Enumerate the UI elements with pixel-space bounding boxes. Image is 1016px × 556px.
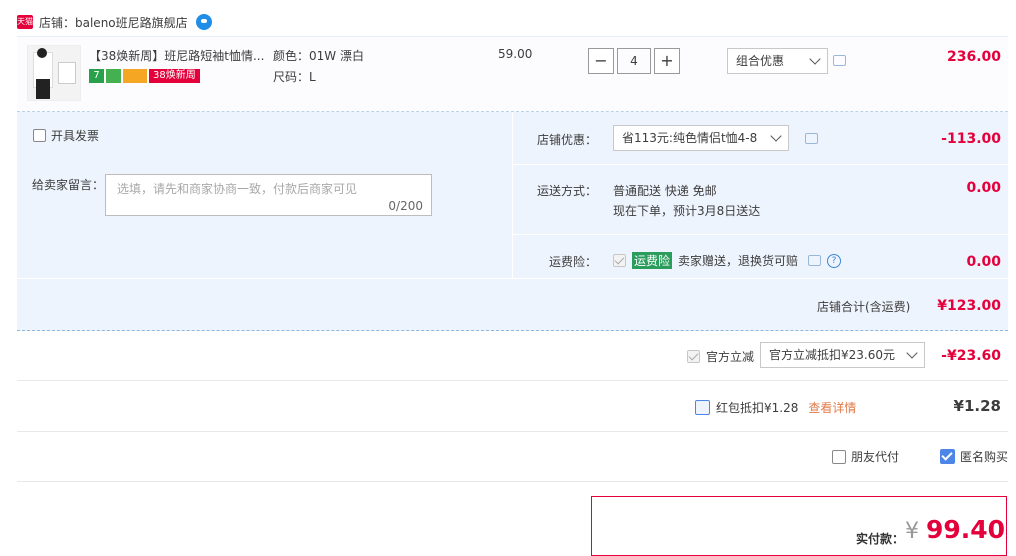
wangwang-chat-icon[interactable] — [195, 14, 212, 30]
friend-pay-option[interactable]: 朋友代付 — [832, 448, 899, 465]
store-discount-label: 店铺优惠： — [537, 133, 598, 147]
divider — [17, 380, 1008, 381]
store-discount-select[interactable]: 省113元:纯色情侣t恤4-8 — [613, 125, 789, 151]
anonymous-label: 匿名购买 — [960, 450, 1009, 464]
payment-summary: 实付款： ¥ 99.40 — [591, 496, 1007, 556]
message-icon[interactable] — [833, 55, 846, 66]
store-total-amount: ¥123.00 — [937, 298, 1001, 314]
unit-price: 59.00 — [498, 47, 533, 61]
help-icon[interactable]: ? — [827, 253, 842, 268]
qty-plus-button[interactable]: + — [654, 48, 680, 74]
store-discount-value: 省113元:纯色情侣t恤4-8 — [622, 131, 758, 145]
seven-day-return-icon: 7 — [89, 69, 104, 83]
row-divider — [513, 234, 1008, 235]
quality-icon — [106, 69, 121, 83]
official-discount-label: 官方立减 — [706, 350, 755, 364]
chevron-down-icon — [770, 130, 782, 142]
message-counter: 0/200 — [388, 199, 423, 213]
seller-message-input[interactable]: 选填，请先和商家协商一致，付款后商家可见 0/200 — [105, 174, 432, 216]
quantity-stepper: − 4 + — [588, 48, 680, 74]
combo-select-label: 组合优惠 — [736, 54, 785, 68]
anonymous-option[interactable]: 匿名购买 — [940, 448, 1008, 465]
qty-minus-button[interactable]: − — [588, 48, 614, 74]
official-discount-value: 官方立减抵扣¥23.60元 — [769, 348, 895, 362]
friend-pay-checkbox[interactable] — [832, 449, 846, 464]
card-pay-icon — [123, 69, 147, 83]
insurance-option: 运费险 卖家赠送，退换货可赔 ? — [613, 252, 842, 269]
promo-badge: 38焕新周 — [149, 69, 200, 83]
row-divider — [17, 278, 1008, 279]
pay-label: 实付款： — [856, 532, 905, 546]
redpacket-option[interactable]: 红包抵扣¥1.28 查看详情 — [695, 399, 856, 416]
insurance-badge: 运费险 — [632, 252, 673, 269]
sku-size: 尺码：L — [273, 70, 316, 84]
chevron-down-icon — [809, 53, 821, 65]
shipping-label: 运送方式： — [537, 184, 598, 198]
official-discount-amount: -¥23.60 — [941, 348, 1001, 364]
shipping-eta: 现在下单，预计3月8日送达 — [613, 204, 761, 218]
message-icon[interactable] — [808, 255, 822, 266]
insurance-text: 卖家赠送，退换货可赔 — [678, 254, 799, 268]
pay-amount: 99.40 — [926, 515, 1006, 544]
friend-pay-label: 朋友代付 — [851, 450, 900, 464]
shipping-amount: 0.00 — [966, 180, 1001, 196]
message-placeholder: 选填，请先和商家协商一致，付款后商家可见 — [117, 182, 358, 196]
column-divider — [512, 112, 513, 278]
redpacket-detail-link[interactable]: 查看详情 — [808, 399, 856, 416]
redpacket-checkbox[interactable] — [695, 400, 710, 415]
invoice-label: 开具发票 — [51, 129, 100, 143]
redpacket-amount: ¥1.28 — [953, 397, 1001, 415]
sku-color: 颜色：01W 漂白 — [273, 49, 364, 63]
combo-discount-select[interactable]: 组合优惠 — [727, 48, 828, 74]
message-icon[interactable] — [805, 133, 818, 144]
store-discount-amount: -113.00 — [941, 131, 1001, 147]
product-badges: 7 38焕新周 — [89, 69, 200, 83]
shipping-method: 普通配送 快递 免邮 — [613, 184, 717, 198]
divider — [17, 431, 1008, 432]
official-discount-checkbox — [687, 350, 700, 363]
order-item-row: 【38焕新周】班尼路短袖t恤情... 7 38焕新周 颜色：01W 漂白 尺码：… — [17, 36, 1008, 112]
qty-input[interactable]: 4 — [617, 48, 651, 74]
insurance-label: 运费险： — [549, 255, 598, 269]
official-discount-option: 官方立减 — [687, 348, 754, 365]
redpacket-label: 红包抵扣¥1.28 — [716, 401, 799, 415]
store-name-link[interactable]: 店铺：baleno班尼路旗舰店 — [39, 14, 188, 31]
anonymous-checkbox[interactable] — [940, 449, 955, 464]
insurance-checkbox — [613, 254, 626, 267]
message-label: 给卖家留言： — [32, 178, 105, 192]
tmall-logo-icon: 天猫 — [17, 15, 33, 29]
product-title-link[interactable]: 【38焕新周】班尼路短袖t恤情... — [89, 47, 269, 64]
divider — [17, 481, 1008, 482]
row-divider — [513, 164, 1008, 165]
pay-currency: ¥ — [905, 519, 919, 544]
store-header: 天猫 店铺：baleno班尼路旗舰店 — [17, 12, 212, 32]
product-thumbnail[interactable] — [27, 45, 81, 101]
insurance-amount: 0.00 — [966, 254, 1001, 270]
store-total-label: 店铺合计(含运费) — [817, 300, 911, 314]
invoice-checkbox[interactable] — [33, 129, 46, 142]
invoice-option[interactable]: 开具发票 — [33, 127, 99, 144]
item-subtotal: 236.00 — [946, 49, 1001, 65]
